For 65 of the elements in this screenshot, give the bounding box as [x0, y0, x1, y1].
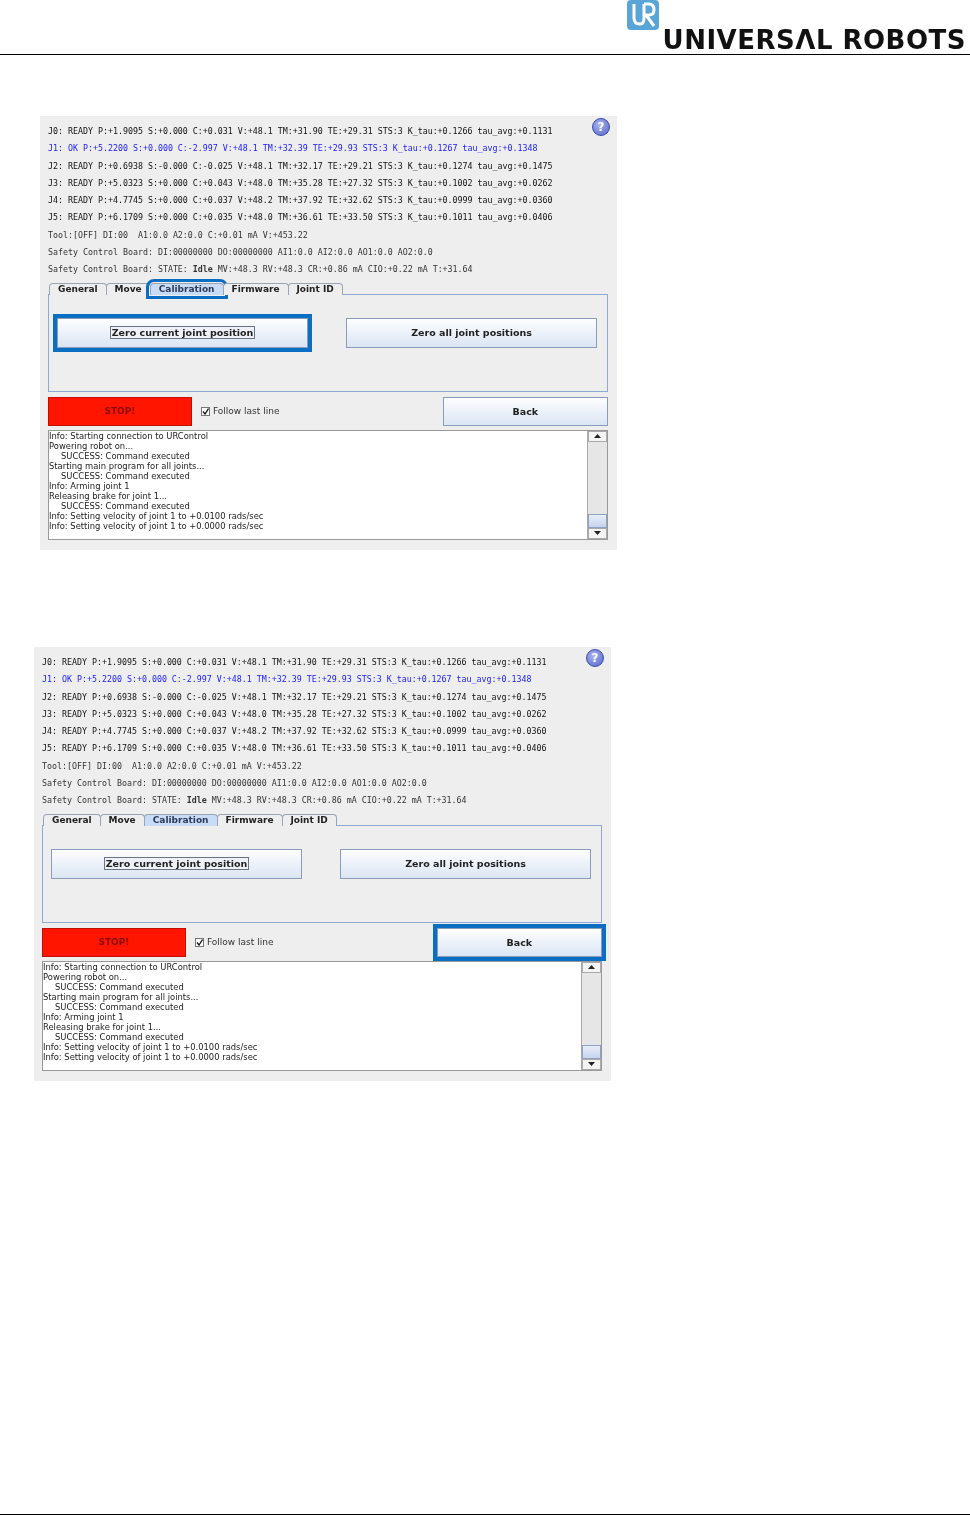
log-line: SUCCESS: Command executed — [55, 1001, 184, 1012]
tab[interactable]: General — [49, 282, 107, 295]
log-line: Info: Setting velocity of joint 1 to +0.0100 rads/sec — [43, 1041, 259, 1052]
scroll-up-icon[interactable] — [588, 430, 607, 442]
log-line: Starting main program for all joints... — [43, 991, 200, 1002]
tab[interactable]: Move — [105, 282, 151, 295]
status-line: J5: READY P:+6.1709 S:+0.000 C:+0.035 V:+48.0 TM:+36.61 TE:+33.50 STS:3 K_tau:+0.1011 tau_avg:+0.0406 — [42, 742, 547, 756]
log-line: Info: Starting connection to URControl — [43, 961, 204, 972]
tab[interactable]: Firmware — [222, 282, 289, 295]
log-line: Info: Setting velocity of joint 1 to +0.0000 rads/sec — [49, 520, 265, 531]
zero-button[interactable]: Zero all joint positions — [340, 848, 591, 879]
checkbox-label: Follow last line — [213, 406, 280, 417]
tab[interactable]: Joint ID — [281, 813, 337, 826]
log-line: SUCCESS: Command executed — [55, 1031, 185, 1042]
log-line: Info: Setting velocity of joint 1 to +0.0000 rads/sec — [43, 1051, 259, 1062]
log-line: SUCCESS: Command executed — [61, 500, 191, 511]
status-line: J1: OK P:+5.2200 S:+0.000 C:-2.997 V:+48.1 TM:+32.39 TE:+29.93 STS:3 K_tau:+0.1267 tau_avg:+0.1348 — [48, 142, 538, 156]
log-line: Info: Setting velocity of joint 1 to +0.0100 rads/sec — [49, 510, 265, 521]
status-line: J1: OK P:+5.2200 S:+0.000 C:-2.997 V:+48.1 TM:+32.39 TE:+29.93 STS:3 K_tau:+0.1267 tau_avg:+0.1348 — [42, 673, 532, 687]
logo-icon — [626, 0, 659, 30]
follow-checkbox[interactable] — [201, 406, 210, 416]
status-line: J4: READY P:+4.7745 S:+0.000 C:+0.037 V:+48.2 TM:+37.92 TE:+32.62 STS:3 K_tau:+0.0999 tau_avg:+0.0360 — [42, 725, 547, 739]
log-line: Powering robot on... — [49, 440, 135, 451]
zero-button[interactable]: Zero all joint positions — [346, 317, 597, 348]
log-line: Info: Arming joint 1 — [49, 480, 131, 491]
log-line: SUCCESS: Command executed — [61, 470, 190, 481]
scroll-down-icon[interactable] — [582, 1058, 601, 1070]
status-line: Safety Control Board: DI:00000000 DO:00000000 AI1:0.0 AI2:0.0 AO1:0.0 AO2:0.0 — [48, 246, 433, 260]
log-line: Starting main program for all joints... — [49, 460, 206, 471]
status-line: J0: READY P:+1.9095 S:+0.000 C:+0.031 V:+48.1 TM:+31.90 TE:+29.31 STS:3 K_tau:+0.1266 tau_avg:+0.1131 — [48, 125, 553, 138]
scrollbar[interactable] — [587, 430, 607, 539]
zero-button[interactable]: Zero current joint position — [51, 848, 302, 879]
tab[interactable]: Joint ID — [287, 282, 343, 295]
status-line: J3: READY P:+5.0323 S:+0.000 C:+0.043 V:+48.0 TM:+35.28 TE:+27.32 STS:3 K_tau:+0.1002 tau_avg:+0.0262 — [42, 707, 547, 721]
tab[interactable]: Firmware — [216, 813, 283, 826]
tab[interactable]: Calibration — [143, 813, 218, 826]
back-button[interactable]: Back — [442, 396, 608, 426]
log-line: Releasing brake for joint 1... — [49, 490, 168, 501]
status-line: J2: READY P:+0.6938 S:-0.000 C:-0.025 V:+48.1 TM:+32.17 TE:+29.21 STS:3 K_tau:+0.1274 tau_avg:+0.1475 — [42, 690, 547, 704]
status-line: Tool:[OFF] DI:00 A1:0.0 A2:0.0 C:+0.01 mA V:+453.22 — [42, 759, 302, 773]
status-line: Tool:[OFF] DI:00 A1:0.0 A2:0.0 C:+0.01 mA V:+453.22 — [48, 228, 308, 242]
log-line: Releasing brake for joint 1... — [43, 1021, 162, 1032]
scrollbar[interactable] — [581, 961, 601, 1070]
scroll-down-icon[interactable] — [588, 527, 607, 539]
log-line: Info: Starting connection to URControl — [49, 430, 210, 441]
checkbox-label: Follow last line — [207, 937, 274, 948]
status-line: J4: READY P:+4.7745 S:+0.000 C:+0.037 V:+48.2 TM:+37.92 TE:+32.62 STS:3 K_tau:+0.0999 tau_avg:+0.0360 — [48, 194, 553, 208]
status-line: J3: READY P:+5.0323 S:+0.000 C:+0.043 V:+48.0 TM:+35.28 TE:+27.32 STS:3 K_tau:+0.1002 tau_avg:+0.0262 — [48, 176, 553, 190]
log-line: Info: Arming joint 1 — [43, 1011, 125, 1022]
status-line: Safety Control Board: STATE: Idle MV:+48.3 RV:+48.3 CR:+0.86 mA CIO:+0.22 mA T:+31.64 — [48, 263, 473, 277]
scroll-thumb[interactable] — [588, 513, 607, 528]
status-line: J0: READY P:+1.9095 S:+0.000 C:+0.031 V:+48.1 TM:+31.90 TE:+29.31 STS:3 K_tau:+0.1266 tau_avg:+0.1131 — [42, 656, 547, 669]
log-line: Powering robot on... — [43, 971, 129, 982]
log-line: SUCCESS: Command executed — [61, 450, 191, 461]
log-line: SUCCESS: Command executed — [55, 981, 185, 992]
scroll-thumb[interactable] — [582, 1044, 601, 1059]
follow-checkbox[interactable] — [195, 937, 204, 947]
status-line: Safety Control Board: DI:00000000 DO:00000000 AI1:0.0 AI2:0.0 AO1:0.0 AO2:0.0 — [42, 777, 427, 791]
tab[interactable]: Move — [99, 813, 145, 826]
status-line: J5: READY P:+6.1709 S:+0.000 C:+0.035 V:+48.0 TM:+36.61 TE:+33.50 STS:3 K_tau:+0.1011 tau_avg:+0.0406 — [48, 211, 553, 225]
brand-name: UNIVERSΛL ROBOTS — [662, 27, 966, 53]
tab[interactable]: General — [43, 813, 101, 826]
status-line: Safety Control Board: STATE: Idle MV:+48.3 RV:+48.3 CR:+0.86 mA CIO:+0.22 mA T:+31.64 — [42, 794, 467, 808]
status-line: J2: READY P:+0.6938 S:-0.000 C:-0.025 V:+48.1 TM:+32.17 TE:+29.21 STS:3 K_tau:+0.1274 tau_avg:+0.1475 — [48, 159, 553, 173]
scroll-up-icon[interactable] — [582, 961, 601, 973]
